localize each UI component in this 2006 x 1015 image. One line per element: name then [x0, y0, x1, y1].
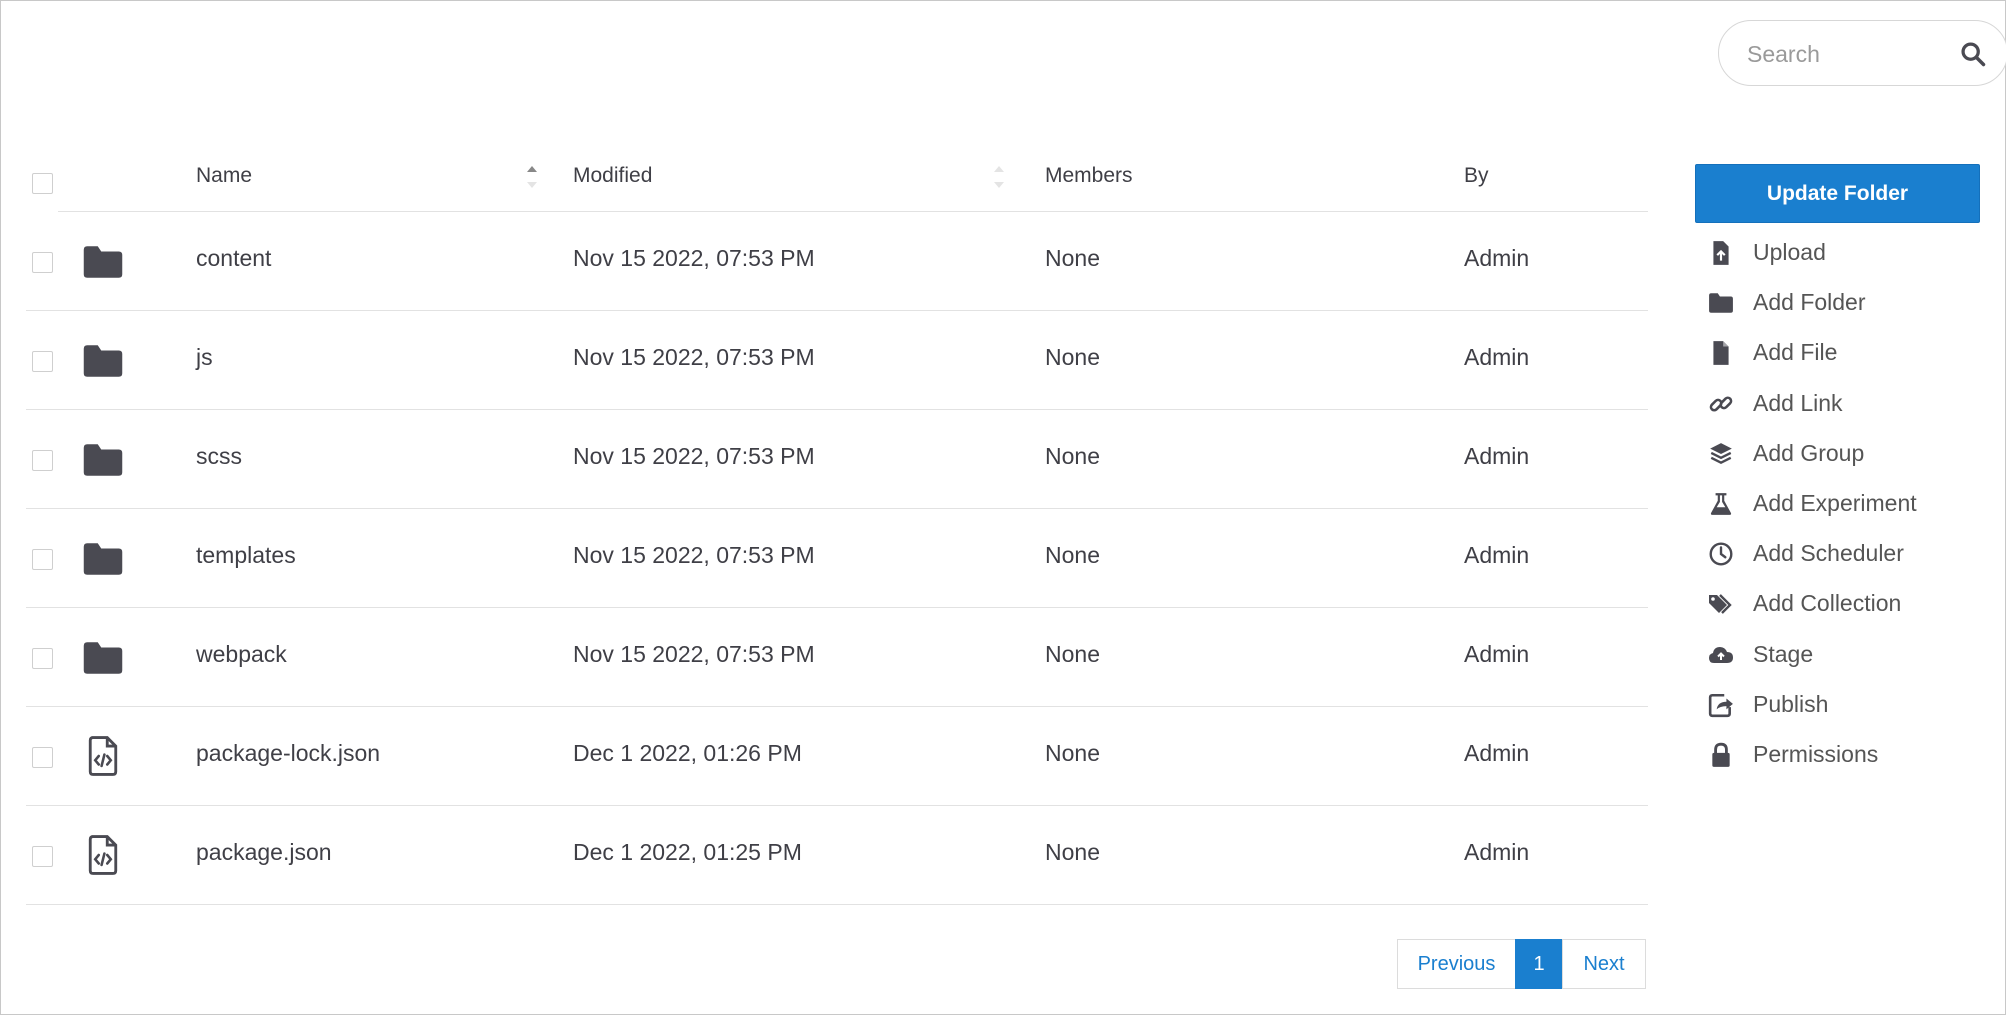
action-add-group[interactable]: Add Group — [1708, 433, 1998, 473]
row-name[interactable]: js — [196, 344, 213, 371]
action-add-experiment[interactable]: Add Experiment — [1708, 483, 1998, 523]
table-row[interactable]: templates Nov 15 2022, 07:53 PM None Admin — [26, 509, 1648, 608]
row-checkbox[interactable] — [32, 450, 53, 471]
row-name[interactable]: templates — [196, 542, 296, 569]
folder-icon — [82, 638, 124, 678]
action-label: Stage — [1753, 640, 1814, 667]
column-header-by: By — [1464, 164, 1489, 187]
row-members: None — [1045, 641, 1100, 667]
file-icon — [1708, 340, 1734, 366]
row-modified: Nov 15 2022, 07:53 PM — [573, 344, 815, 370]
sort-modified-icon[interactable] — [994, 164, 1006, 190]
table-row[interactable]: js Nov 15 2022, 07:53 PM None Admin — [26, 311, 1648, 410]
action-label: Add File — [1753, 339, 1838, 366]
table-row[interactable]: package.json Dec 1 2022, 01:25 PM None Admi… — [26, 806, 1648, 905]
action-label: Add Scheduler — [1753, 540, 1904, 567]
cloud-upload-icon — [1708, 642, 1734, 668]
row-name[interactable]: package-lock.json — [196, 740, 380, 767]
row-by: Admin — [1464, 344, 1530, 370]
action-label: Add Group — [1753, 439, 1865, 466]
action-add-file[interactable]: Add File — [1708, 332, 1998, 372]
clock-icon — [1708, 541, 1734, 567]
row-modified: Nov 15 2022, 07:53 PM — [573, 443, 815, 469]
row-checkbox[interactable] — [32, 648, 53, 669]
sort-name-icon[interactable] — [527, 164, 539, 190]
row-members: None — [1045, 542, 1100, 568]
row-by: Admin — [1464, 740, 1530, 766]
row-by: Admin — [1464, 641, 1530, 667]
row-name[interactable]: webpack — [196, 641, 287, 668]
row-name[interactable]: scss — [196, 443, 242, 470]
row-members: None — [1045, 344, 1100, 370]
action-label: Upload — [1753, 239, 1826, 265]
link-icon — [1708, 391, 1734, 417]
select-all-checkbox[interactable] — [32, 173, 53, 194]
action-add-folder[interactable]: Add Folder — [1708, 282, 1998, 322]
action-permissions[interactable]: Permissions — [1708, 734, 1998, 774]
row-checkbox[interactable] — [32, 351, 53, 372]
search-box — [1718, 20, 2006, 86]
table-row[interactable]: scss Nov 15 2022, 07:53 PM None Admin — [26, 410, 1648, 509]
tags-icon — [1708, 591, 1734, 617]
action-add-scheduler[interactable]: Add Scheduler — [1708, 533, 1998, 573]
row-members: None — [1045, 839, 1100, 865]
row-checkbox[interactable] — [32, 549, 53, 570]
row-members: None — [1045, 443, 1100, 469]
column-header-modified[interactable]: Modified — [573, 164, 652, 188]
action-label: Add Folder — [1753, 289, 1866, 316]
layers-icon — [1708, 441, 1734, 467]
lock-icon — [1708, 742, 1734, 768]
row-by: Admin — [1464, 443, 1530, 469]
column-header-name[interactable]: Name — [196, 164, 252, 188]
row-modified: Nov 15 2022, 07:53 PM — [573, 245, 815, 271]
row-checkbox[interactable] — [32, 252, 53, 273]
update-folder-button[interactable]: Update Folder — [1695, 164, 1980, 223]
folder-icon — [82, 539, 124, 579]
folder-icon — [82, 242, 124, 282]
folder-icon — [1708, 290, 1734, 316]
action-publish[interactable]: Publish — [1708, 684, 1998, 724]
table-row[interactable]: content Nov 15 2022, 07:53 PM None Admin — [26, 212, 1648, 311]
table-header: Name Modified Members By — [26, 150, 1648, 212]
action-add-link[interactable]: Add Link — [1708, 383, 1998, 423]
table-row[interactable]: webpack Nov 15 2022, 07:53 PM None Admin — [26, 608, 1648, 707]
search-icon[interactable] — [1959, 40, 1987, 68]
row-checkbox[interactable] — [32, 846, 53, 867]
action-stage[interactable]: Stage — [1708, 634, 1998, 674]
code-file-icon — [86, 833, 120, 877]
column-header-members: Members — [1045, 164, 1133, 187]
action-add-collection[interactable]: Add Collection — [1708, 583, 1998, 623]
next-page-button[interactable]: Next — [1562, 939, 1646, 989]
row-name[interactable]: package.json — [196, 839, 332, 866]
folder-icon — [82, 341, 124, 381]
upload-file-icon — [1708, 240, 1734, 266]
action-label: Publish — [1753, 690, 1829, 717]
row-by: Admin — [1464, 245, 1530, 271]
previous-page-button[interactable]: Previous — [1397, 939, 1516, 989]
action-upload[interactable]: Upload — [1708, 232, 1998, 272]
row-name[interactable]: content — [196, 245, 271, 272]
row-modified: Dec 1 2022, 01:26 PM — [573, 740, 802, 766]
table-row[interactable]: package-lock.json Dec 1 2022, 01:26 PM Non… — [26, 707, 1648, 806]
page-1-button[interactable]: 1 — [1515, 939, 1563, 989]
row-divider — [26, 904, 1648, 905]
row-modified: Dec 1 2022, 01:25 PM — [573, 839, 802, 865]
search-input[interactable] — [1745, 35, 1939, 73]
flask-icon — [1708, 491, 1734, 517]
share-icon — [1708, 692, 1734, 718]
row-members: None — [1045, 245, 1100, 271]
action-label: Add Collection — [1753, 590, 1902, 617]
action-label: Permissions — [1753, 741, 1879, 767]
row-by: Admin — [1464, 839, 1530, 865]
row-members: None — [1045, 740, 1100, 766]
row-checkbox[interactable] — [32, 747, 53, 768]
code-file-icon — [86, 734, 120, 778]
folder-icon — [82, 440, 124, 480]
row-modified: Nov 15 2022, 07:53 PM — [573, 542, 815, 568]
action-label: Add Experiment — [1753, 490, 1917, 516]
row-modified: Nov 15 2022, 07:53 PM — [573, 641, 815, 667]
action-label: Add Link — [1753, 389, 1843, 416]
row-by: Admin — [1464, 542, 1530, 568]
